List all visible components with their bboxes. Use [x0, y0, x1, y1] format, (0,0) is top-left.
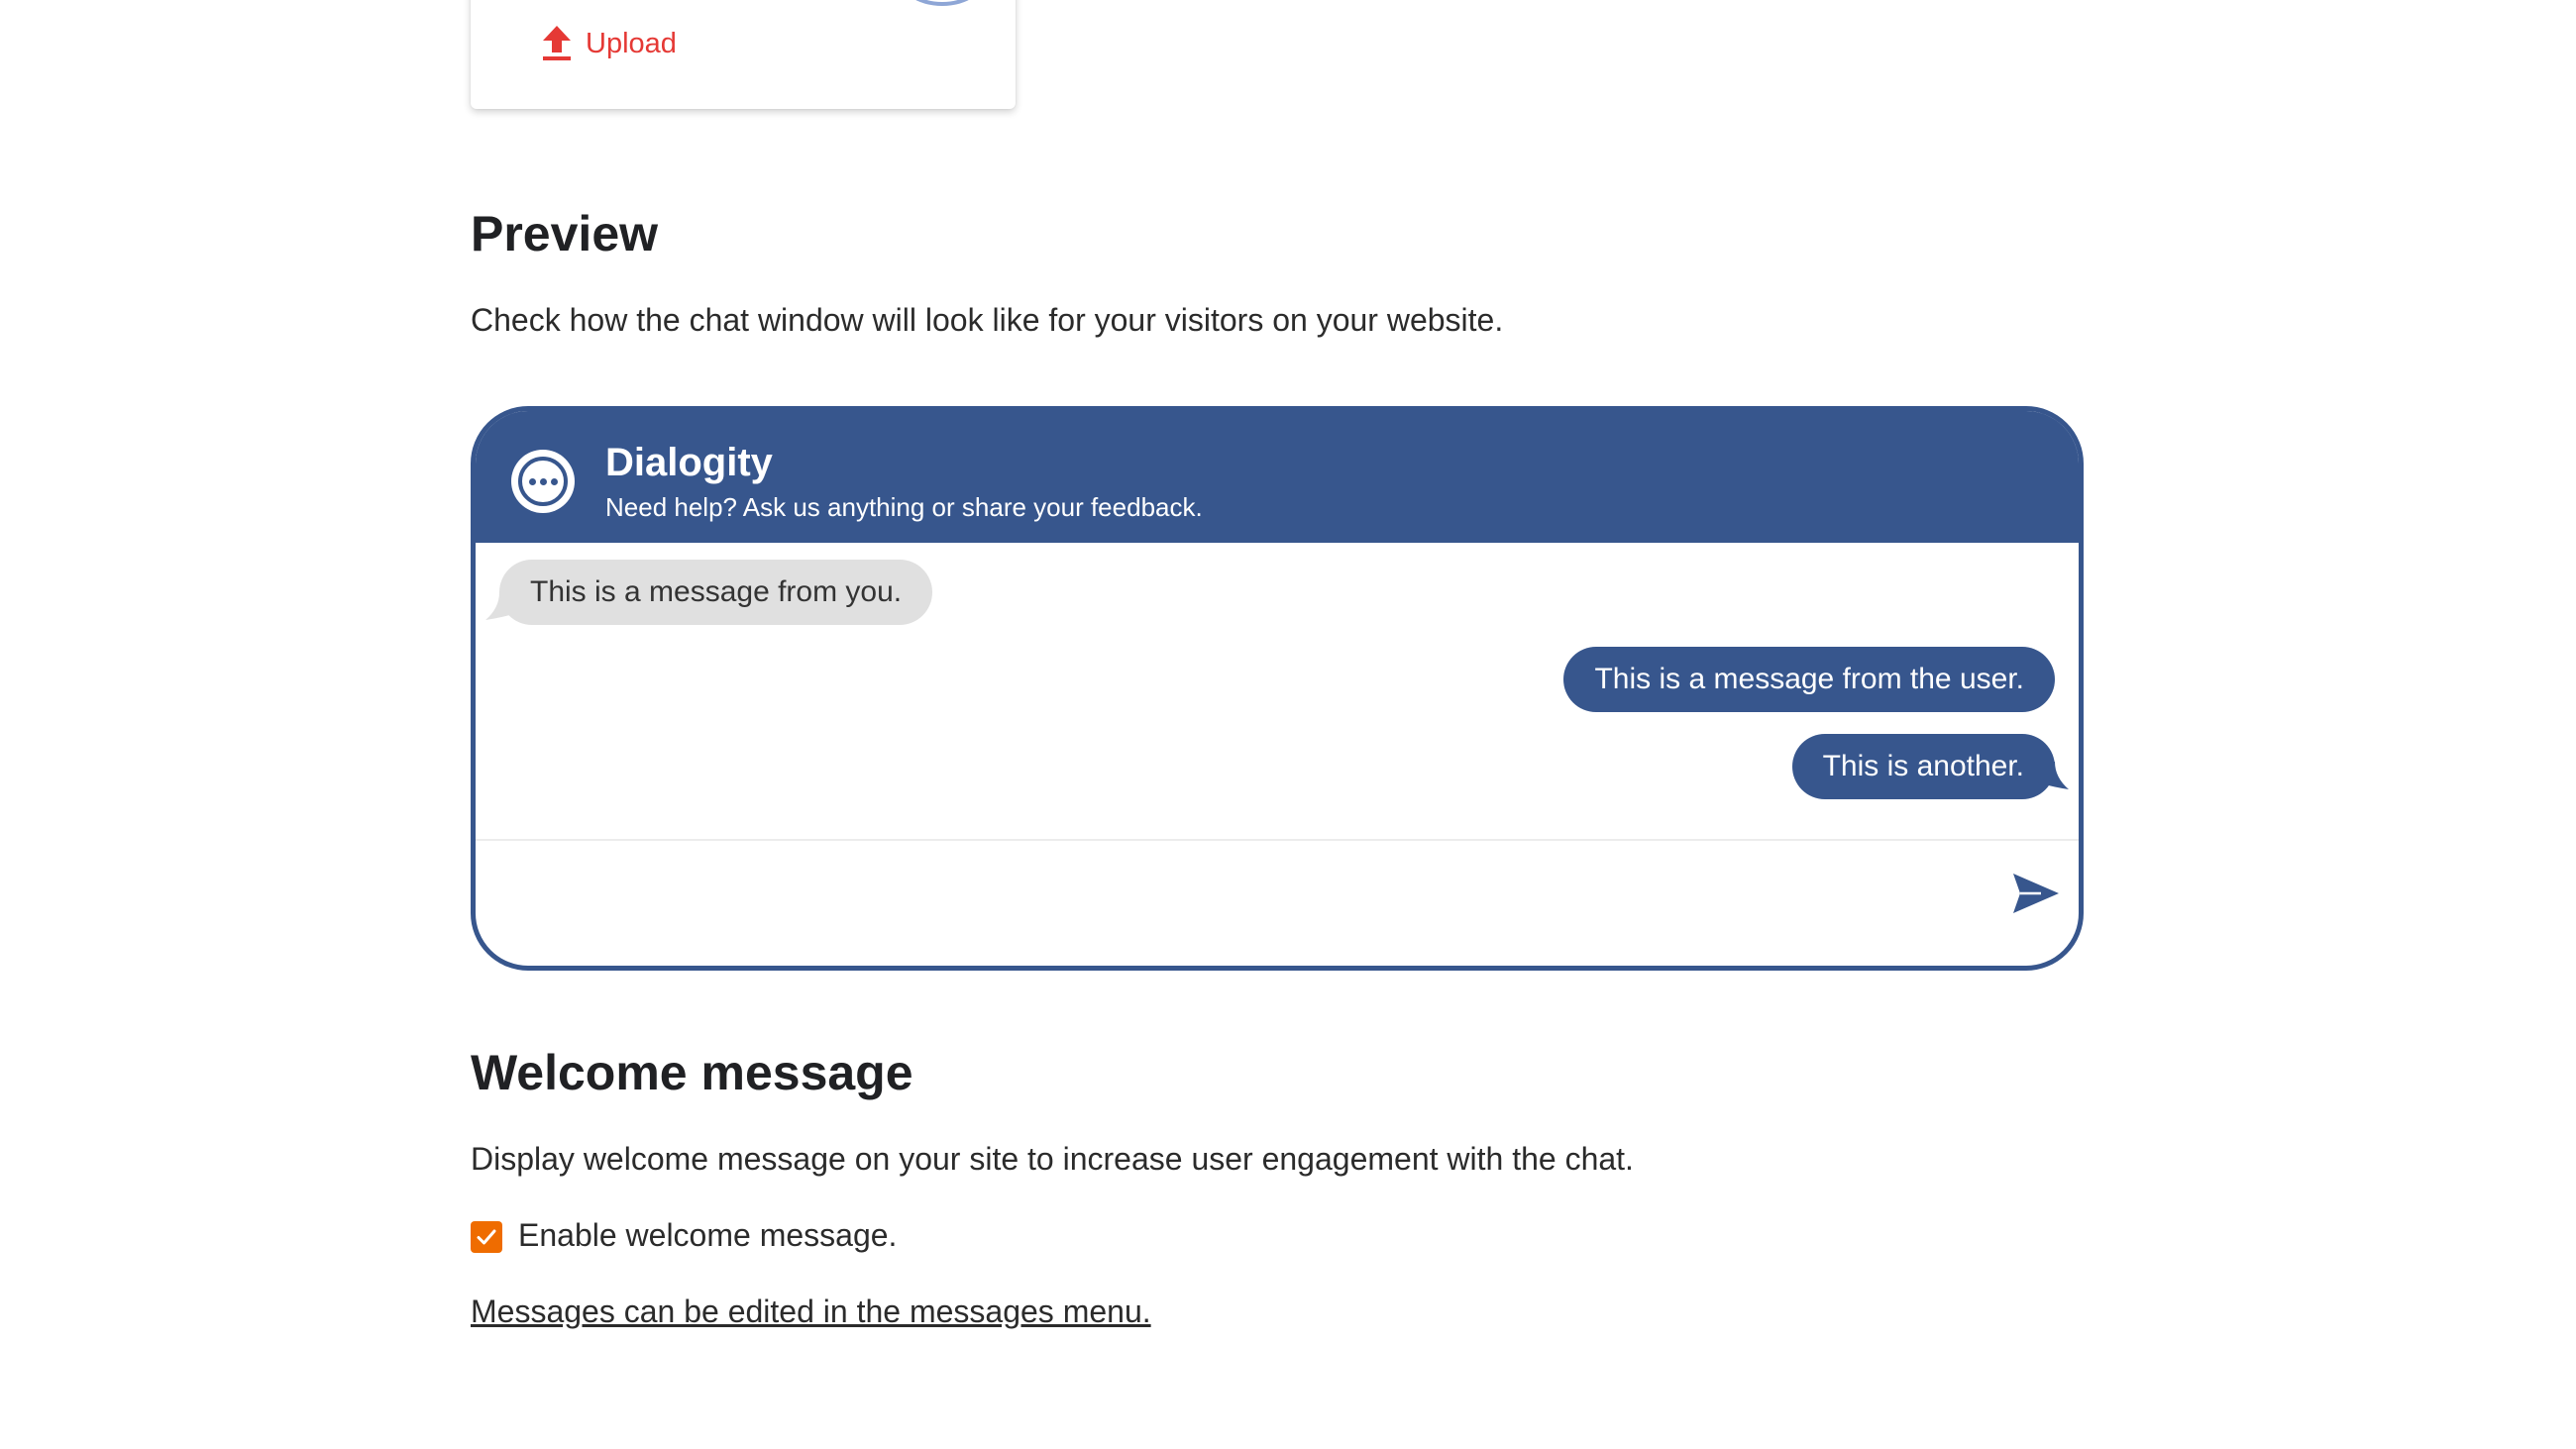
- checkmark-icon: [477, 1229, 496, 1245]
- chat-tagline: Need help? Ask us anything or share your…: [605, 492, 1203, 522]
- send-icon[interactable]: [2011, 872, 2061, 915]
- chat-input-divider: [476, 839, 2079, 841]
- enable-welcome-checkbox[interactable]: [471, 1221, 502, 1253]
- message-user: This is a message from the user.: [1563, 647, 2055, 712]
- welcome-description: Display welcome message on your site to …: [471, 1141, 1634, 1177]
- chat-name: Dialogity: [605, 441, 773, 484]
- preview-title: Preview: [471, 206, 659, 261]
- settings-page: Upload Preview Check how the chat window…: [0, 0, 2576, 1449]
- message-user: This is another.: [1791, 734, 2055, 799]
- upload-button[interactable]: Upload: [540, 24, 677, 63]
- enable-welcome-label[interactable]: Enable welcome message.: [518, 1217, 897, 1254]
- preview-description: Check how the chat window will look like…: [471, 302, 1504, 338]
- chat-message-input[interactable]: [495, 843, 1966, 964]
- welcome-title: Welcome message: [471, 1045, 913, 1100]
- chat-dots-icon: [511, 450, 575, 513]
- message-agent: This is a message from you.: [499, 560, 933, 625]
- upload-arrow-icon: [543, 26, 571, 60]
- messages-menu-link[interactable]: Messages can be edited in the messages m…: [471, 1294, 1151, 1330]
- chat-preview-window: Dialogity Need help? Ask us anything or …: [471, 406, 2084, 971]
- chat-header: Dialogity Need help? Ask us anything or …: [476, 411, 2079, 543]
- upload-label: Upload: [586, 27, 677, 59]
